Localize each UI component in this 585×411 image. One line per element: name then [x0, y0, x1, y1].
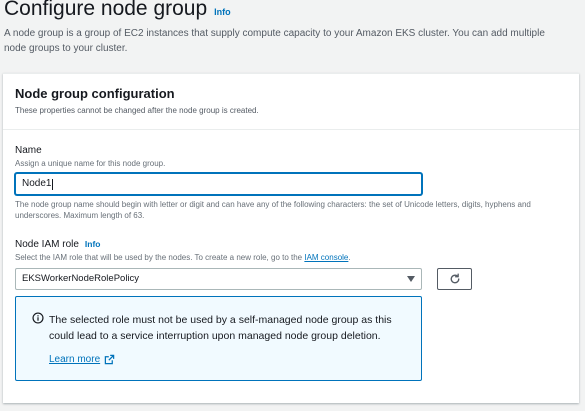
iam-role-info-alert: The selected role must not be used by a … — [15, 296, 422, 381]
name-label: Name — [15, 145, 42, 156]
iam-role-info-link[interactable]: Info — [85, 239, 101, 249]
iam-console-link[interactable]: IAM console — [304, 253, 348, 262]
name-constraint-text: The node group name should begin with le… — [15, 200, 531, 220]
iam-role-selected-value: EKSWorkerNodeRolePolicy — [22, 273, 140, 284]
page-info-link[interactable]: Info — [214, 7, 231, 17]
iam-role-description: Select the IAM role that will be used by… — [15, 252, 351, 263]
panel-title: Node group configuration — [15, 86, 175, 101]
text-cursor — [52, 178, 54, 190]
refresh-icon — [450, 273, 459, 284]
info-circle-icon — [32, 312, 44, 324]
name-input-value: Node1 — [22, 178, 52, 189]
iam-role-description-text: Select the IAM role that will be used by… — [15, 253, 305, 262]
page-title-row: Configure node group Info — [4, 0, 582, 26]
external-link-icon — [104, 354, 115, 365]
page-header: Configure node group Info A node group i… — [4, 0, 582, 56]
iam-role-label-row: Node IAM role Info — [15, 238, 351, 251]
caret-down-icon — [407, 276, 415, 282]
page-description: A node group is a group of EC2 instances… — [4, 28, 545, 54]
learn-more-link[interactable]: Learn more — [49, 354, 115, 365]
learn-more-label: Learn more — [49, 354, 101, 365]
page-title: Configure node group — [4, 0, 208, 20]
iam-role-description-suffix: . — [348, 253, 351, 262]
node-group-name-input[interactable]: Node1 — [15, 173, 422, 195]
iam-role-field-header: Node IAM role Info Select the IAM role th… — [15, 238, 351, 263]
iam-role-label: Node IAM role — [15, 239, 79, 250]
panel-header: Node group configuration These propertie… — [3, 74, 579, 130]
panel-subtitle: These properties cannot be changed after… — [15, 106, 259, 115]
name-description: Assign a unique name for this node group… — [15, 159, 166, 168]
node-group-config-panel: Node group configuration These propertie… — [3, 73, 579, 403]
name-field-header: Name Assign a unique name for this node … — [15, 145, 165, 169]
iam-role-select[interactable]: EKSWorkerNodeRolePolicy — [15, 268, 422, 290]
refresh-roles-button[interactable] — [437, 268, 472, 290]
alert-message: The selected role must not be used by a … — [49, 314, 392, 342]
